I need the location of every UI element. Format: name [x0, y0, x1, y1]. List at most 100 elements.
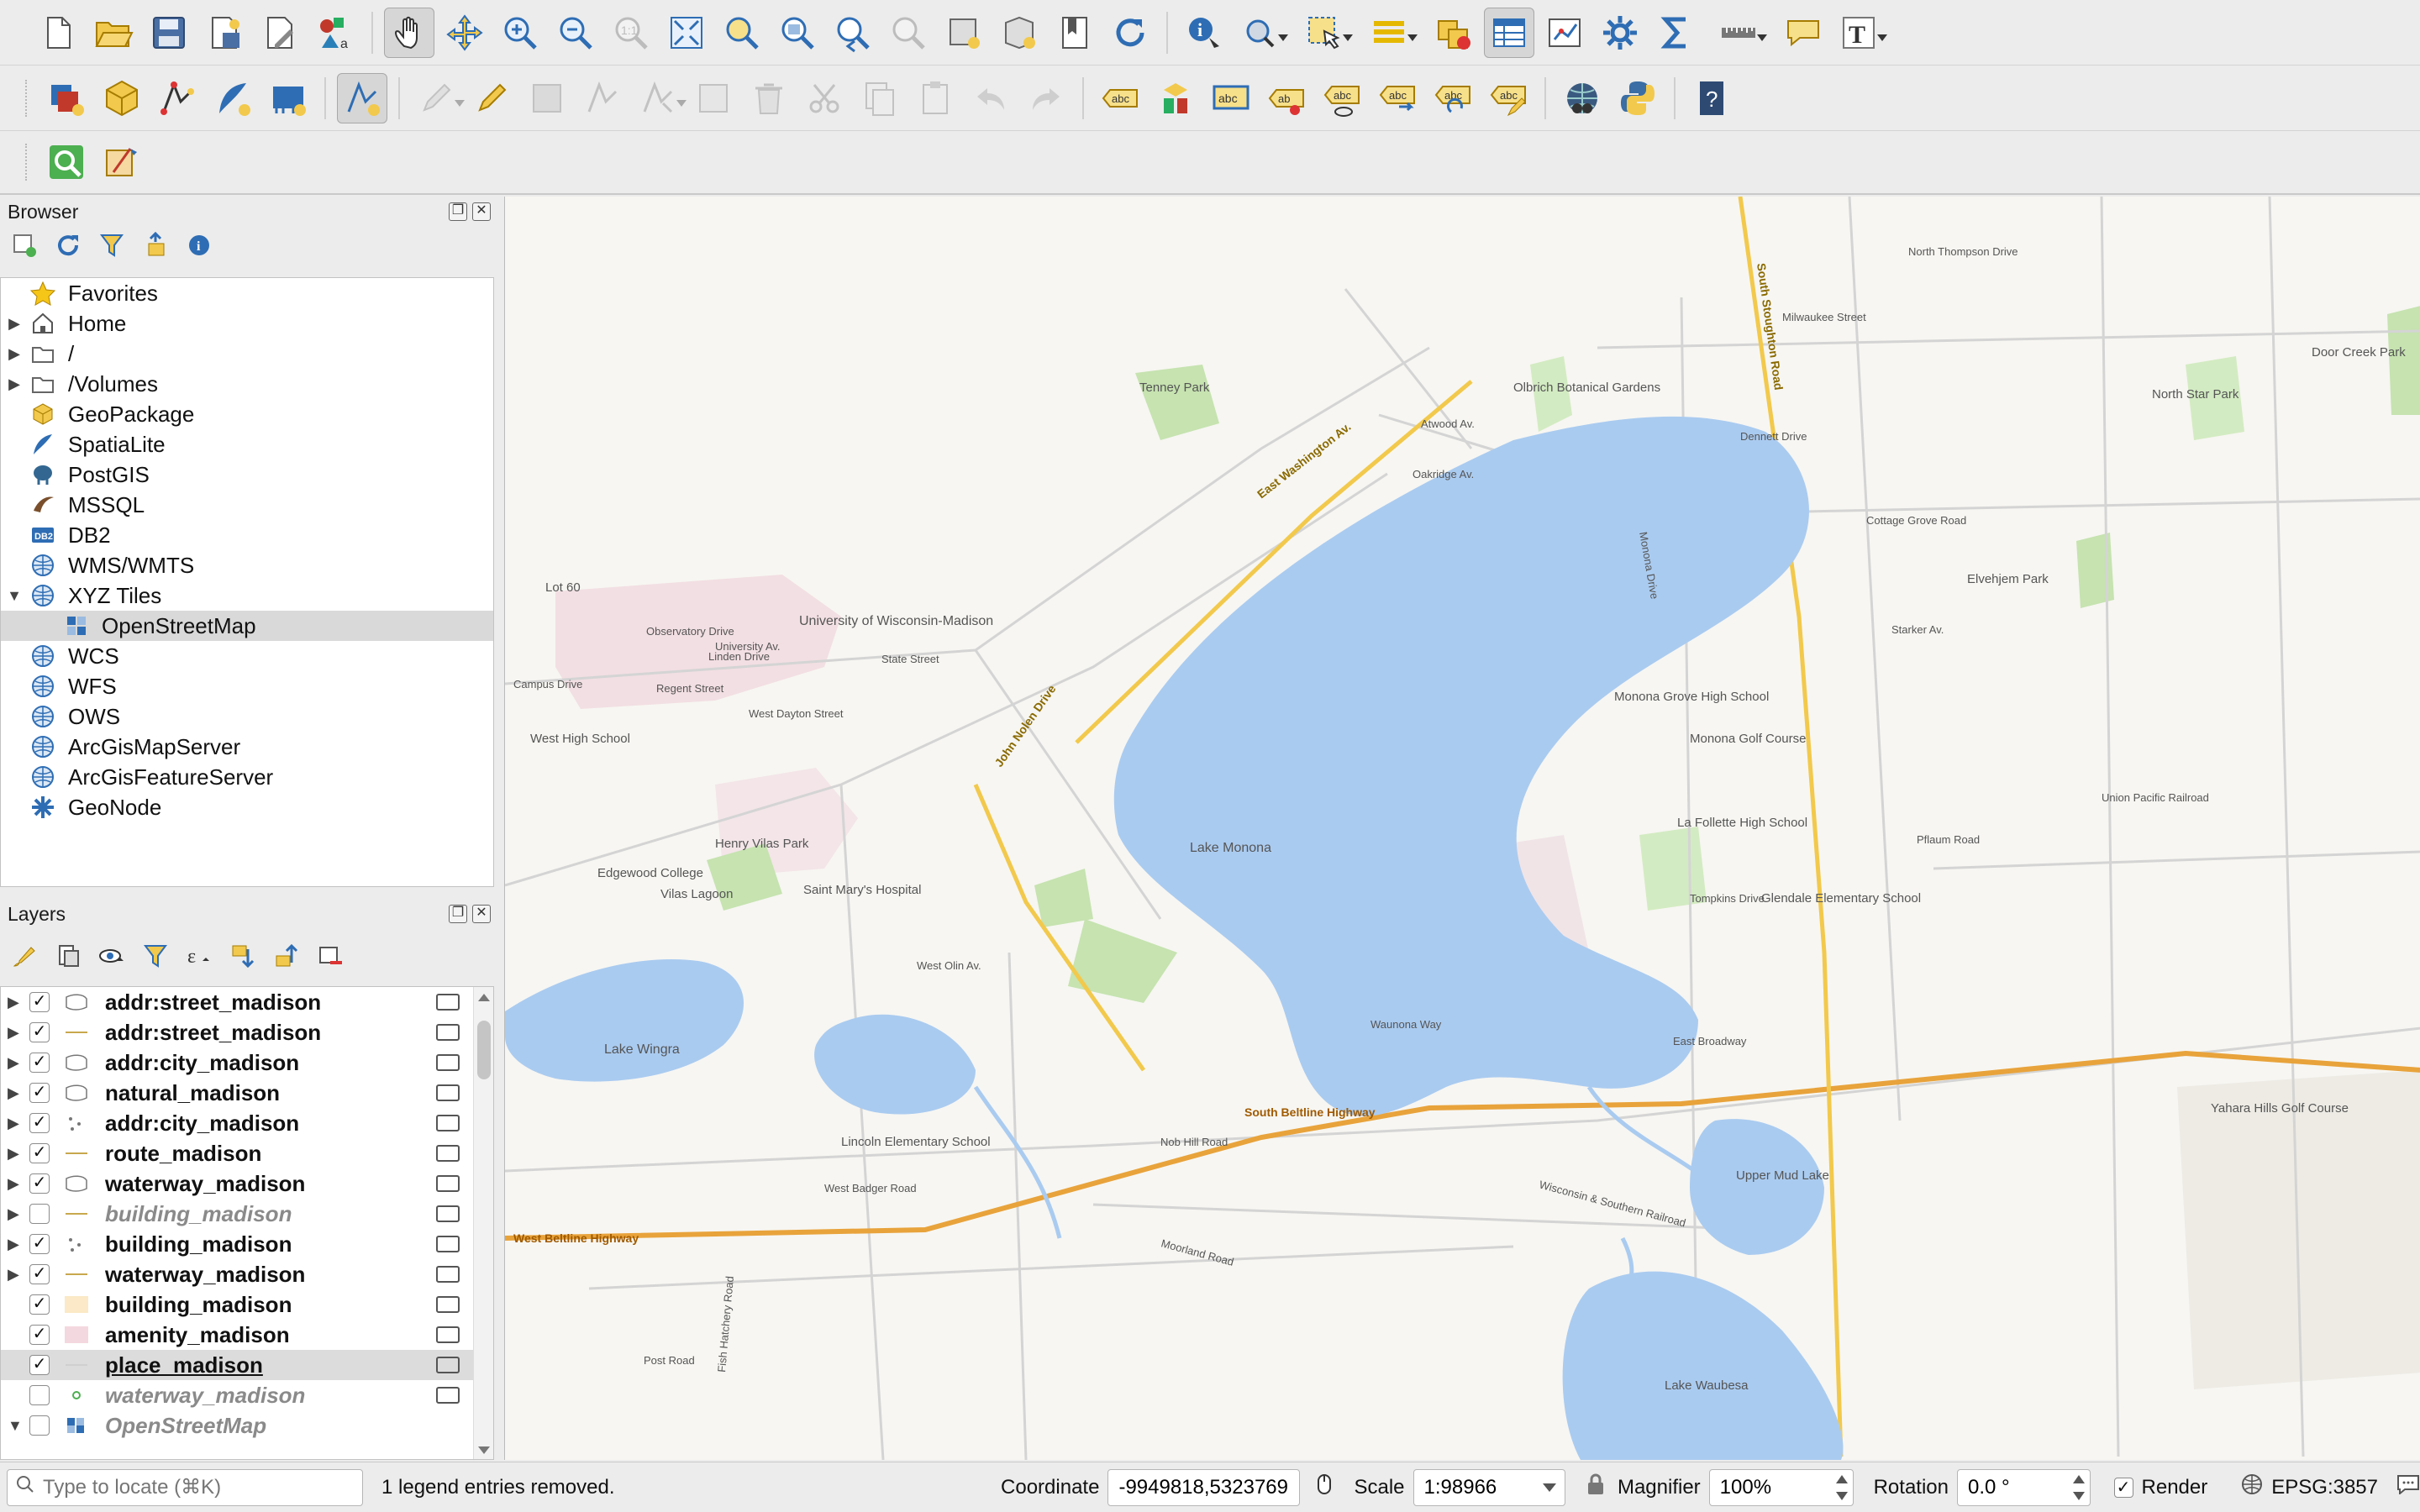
spatial-bookmarks-icon[interactable] [1050, 8, 1100, 58]
layer-visibility-checkbox[interactable] [29, 1415, 50, 1436]
temporary-layer-icon[interactable] [436, 1236, 460, 1252]
filter-by-expression-icon[interactable]: ε [185, 942, 213, 970]
chevron-right-icon[interactable]: ▶ [8, 1145, 29, 1163]
vertex-tool-icon[interactable] [633, 73, 687, 123]
cut-features-icon[interactable] [799, 73, 850, 123]
select-features-icon[interactable] [1299, 8, 1353, 58]
collapse-all-icon[interactable] [141, 231, 170, 260]
temporary-layer-icon[interactable] [436, 1024, 460, 1041]
pan-map-icon[interactable] [384, 7, 434, 58]
new-temporary-layer-icon[interactable] [263, 73, 313, 123]
run-feature-action-icon[interactable] [1234, 8, 1288, 58]
layer-row[interactable]: ▶ building_madison [1, 1199, 493, 1229]
magnifier-spinbox[interactable] [1708, 1468, 1854, 1506]
expand-all-icon[interactable] [229, 942, 257, 970]
chevron-right-icon[interactable]: ▶ [8, 1024, 29, 1042]
save-edits-icon[interactable] [522, 73, 572, 123]
filter-browser-icon[interactable] [97, 231, 126, 260]
identify-features-icon[interactable]: i [1179, 8, 1229, 58]
globe-plugin-icon[interactable] [1557, 73, 1607, 123]
layer-row[interactable]: ▶ ✓ natural_madison [1, 1078, 493, 1108]
layer-row[interactable]: ✓ place_madison [1, 1350, 493, 1380]
filter-legend-icon[interactable] [141, 942, 170, 970]
layer-row[interactable]: ▶ ✓ waterway_madison [1, 1168, 493, 1199]
layer-visibility-checkbox[interactable]: ✓ [29, 1234, 50, 1254]
chevron-down-icon[interactable]: ▼ [1, 587, 28, 605]
browser-item[interactable]: ▶ / [1, 339, 493, 369]
locator-bar[interactable] [7, 1468, 363, 1506]
python-console-icon[interactable] [1612, 73, 1663, 123]
layer-visibility-checkbox[interactable]: ✓ [29, 1022, 50, 1042]
layer-visibility-checkbox[interactable]: ✓ [29, 992, 50, 1012]
digitize-vertex-icon[interactable] [152, 73, 203, 123]
deselect-all-icon[interactable] [1428, 8, 1479, 58]
browser-item[interactable]: Favorites [1, 278, 493, 308]
temporary-layer-icon[interactable] [436, 1296, 460, 1313]
layer-row[interactable]: ▶ ✓ addr:street_madison [1, 987, 493, 1017]
browser-item[interactable]: ArcGisFeatureServer [1, 762, 493, 792]
messages-icon[interactable] [2396, 1474, 2420, 1500]
render-checkbox[interactable]: ✓ [2113, 1477, 2133, 1498]
chevron-down-icon[interactable]: ▼ [8, 1417, 29, 1435]
undo-icon[interactable] [965, 73, 1016, 123]
float-panel-icon[interactable]: ❐ [449, 905, 467, 923]
layer-visibility-checkbox[interactable]: ✓ [29, 1294, 50, 1315]
lock-scale-icon[interactable] [1586, 1473, 1606, 1502]
float-panel-icon[interactable]: ❐ [449, 202, 467, 221]
browser-item[interactable]: DB2 DB2 [1, 520, 493, 550]
georeferencer-icon[interactable] [97, 137, 147, 187]
layer-visibility-checkbox[interactable]: ✓ [29, 1143, 50, 1163]
browser-item[interactable]: ▼ XYZ Tiles [1, 580, 493, 611]
layer-visibility-checkbox[interactable]: ✓ [29, 1355, 50, 1375]
toolbox-gear-icon[interactable] [1595, 8, 1645, 58]
coordinate-field[interactable] [1107, 1468, 1301, 1506]
layer-row[interactable]: ✓ building_madison [1, 1289, 493, 1320]
layer-row[interactable]: ▶ ✓ addr:city_madison [1, 1108, 493, 1138]
label-toolbar-icon[interactable]: abc [1095, 73, 1145, 123]
map-canvas[interactable]: Lake Monona Lake Wingra Upper Mud Lake L… [504, 197, 2420, 1460]
browser-item[interactable]: OpenStreetMap [1, 611, 493, 641]
temporary-layer-icon[interactable] [436, 1145, 460, 1162]
style-paint-brush-icon[interactable] [10, 942, 39, 970]
pan-to-selection-icon[interactable] [439, 8, 490, 58]
new-geopackage-layer-icon[interactable] [97, 73, 147, 123]
layer-visibility-checkbox[interactable]: ✓ [29, 1113, 50, 1133]
edit-pencil-icon[interactable] [411, 73, 465, 123]
zoom-to-layer-icon[interactable] [772, 8, 823, 58]
temporary-layer-icon[interactable] [436, 994, 460, 1011]
layer-row[interactable]: ▶ ✓ waterway_madison [1, 1259, 493, 1289]
zoom-native-icon[interactable]: 1:1 [606, 8, 656, 58]
chevron-right-icon[interactable]: ▶ [1, 375, 28, 393]
browser-item[interactable]: WFS [1, 671, 493, 701]
temporary-layer-icon[interactable] [436, 1175, 460, 1192]
browser-item[interactable]: SpatiaLite [1, 429, 493, 459]
temporary-layer-icon[interactable] [436, 1357, 460, 1373]
browser-item[interactable]: GeoNode [1, 792, 493, 822]
quick-search-icon[interactable] [41, 137, 92, 187]
attribute-table-icon[interactable] [1484, 7, 1534, 58]
chevron-right-icon[interactable]: ▶ [8, 1084, 29, 1102]
open-attribute-table-icon[interactable] [1364, 8, 1418, 58]
layer-visibility-checkbox[interactable]: ✓ [29, 1173, 50, 1194]
measure-line-icon[interactable] [1713, 8, 1767, 58]
layer-visibility-checkbox[interactable]: ✓ [29, 1264, 50, 1284]
rotation-spinbox[interactable] [1956, 1468, 2091, 1506]
layer-visibility-checkbox[interactable] [29, 1385, 50, 1405]
temporary-layer-icon[interactable] [436, 1084, 460, 1101]
rotate-label-icon[interactable]: abc [1428, 73, 1478, 123]
move-label-icon[interactable]: abc [1372, 73, 1423, 123]
temporary-layer-icon[interactable] [436, 1205, 460, 1222]
scale-combo[interactable] [1413, 1468, 1565, 1506]
modify-attributes-icon[interactable] [688, 73, 739, 123]
remove-layer-icon[interactable] [316, 942, 345, 970]
toolbar-grip[interactable] [25, 79, 30, 117]
layers-scrollbar[interactable] [473, 987, 493, 1459]
layer-visibility-checkbox[interactable] [29, 1204, 50, 1224]
browser-item[interactable]: GeoPackage [1, 399, 493, 429]
refresh-browser-icon[interactable] [54, 231, 82, 260]
layer-row[interactable]: ▶ ✓ route_madison [1, 1138, 493, 1168]
diagram-options-icon[interactable] [1150, 73, 1201, 123]
pin-labels-icon[interactable]: ab [1261, 73, 1312, 123]
field-calculator-sigma-icon[interactable] [1650, 8, 1701, 58]
save-project-icon[interactable] [144, 8, 194, 58]
